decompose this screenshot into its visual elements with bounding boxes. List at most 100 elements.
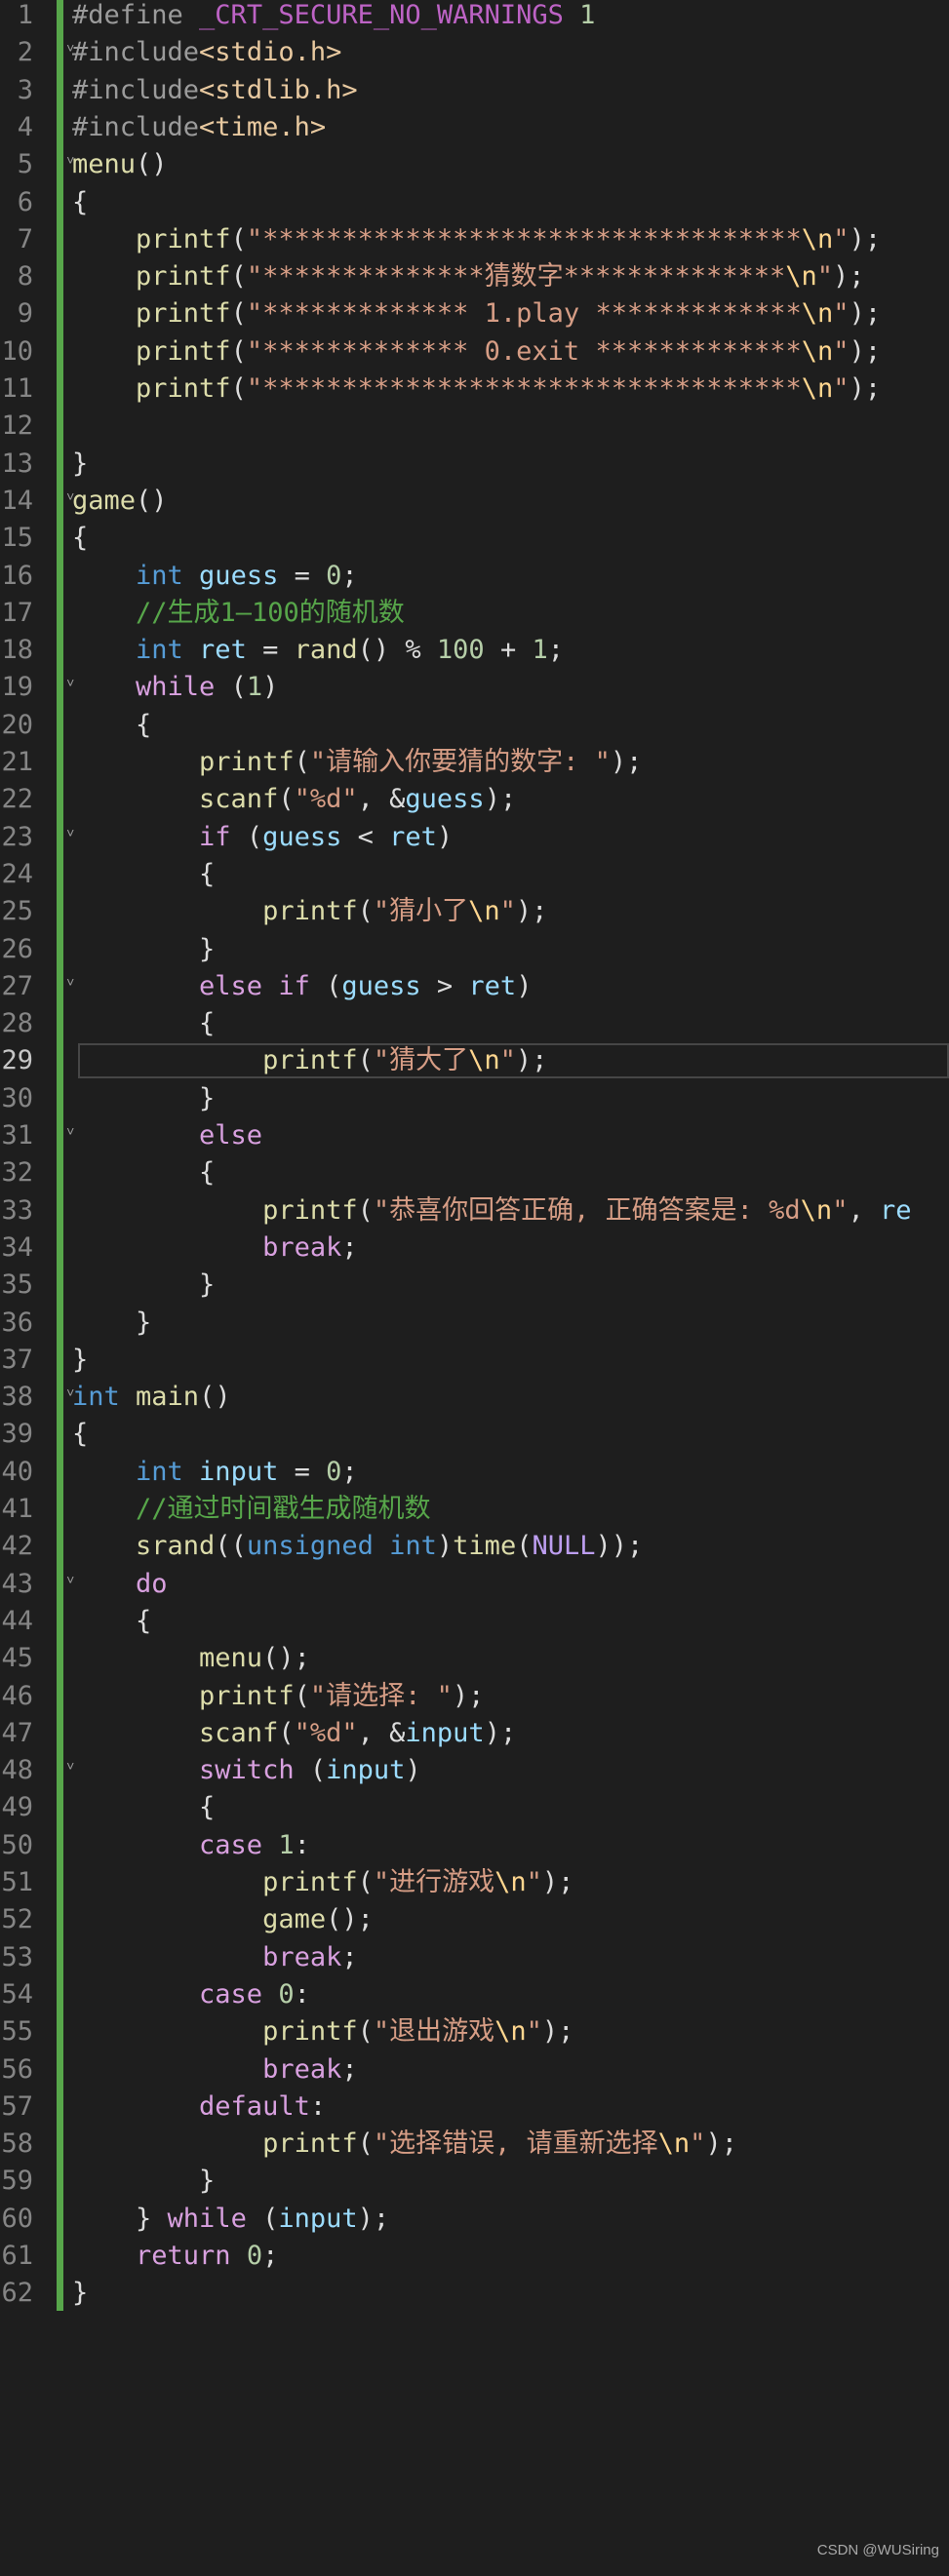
code-token: () % [357, 635, 437, 666]
code-token: "************* 1.play ************* [246, 298, 802, 330]
code-line[interactable]: return 0; [72, 2238, 278, 2275]
code-line[interactable]: } [72, 446, 88, 483]
code-token: "退出游戏 [373, 2016, 495, 2048]
code-line[interactable]: printf("猜大了\n"); [72, 1042, 547, 1079]
code-line[interactable]: default: [72, 2088, 326, 2126]
code-line[interactable]: { [72, 1603, 151, 1640]
code-line[interactable]: { [72, 1005, 215, 1042]
code-line[interactable]: switch (input) [72, 1752, 421, 1789]
code-area[interactable]: #define _CRT_SECURE_NO_WARNINGS 1 #includ… [72, 0, 949, 2576]
code-line[interactable]: scanf("%d", &input); [72, 1715, 516, 1752]
code-line[interactable]: } [72, 931, 215, 968]
code-line[interactable]: { [72, 184, 88, 221]
code-line[interactable]: do [72, 1566, 168, 1603]
code-line[interactable]: case 1: [72, 1827, 310, 1864]
code-line[interactable]: { [72, 707, 151, 744]
code-token: printf [72, 747, 295, 777]
line-number: 50 [1, 1829, 33, 1860]
code-line[interactable]: printf("********************************… [72, 371, 881, 408]
line-number: 8 [17, 261, 33, 293]
code-line[interactable]: int main() [72, 1379, 231, 1416]
code-line[interactable]: int guess = 0; [72, 558, 358, 595]
code-line[interactable]: #define _CRT_SECURE_NO_WARNINGS 1 [72, 0, 595, 34]
code-token: return [72, 2241, 231, 2271]
code-token: input [405, 1717, 485, 1748]
code-line[interactable]: { [72, 520, 88, 557]
code-line[interactable]: #include<time.h> [72, 109, 326, 146]
code-line[interactable]: #include<stdio.h> [72, 34, 341, 71]
code-token: scanf [72, 784, 279, 815]
code-token: ); [484, 1717, 517, 1748]
code-line[interactable]: case 0: [72, 1976, 310, 2013]
code-line[interactable]: if (guess < ret) [72, 819, 453, 856]
code-line[interactable]: break; [72, 1939, 358, 1976]
code-token: ); [849, 223, 882, 254]
code-token: " [833, 298, 850, 330]
code-line[interactable]: } [72, 1305, 151, 1342]
code-line[interactable]: printf("恭喜你回答正确, 正确答案是: %d\n", re [72, 1192, 911, 1229]
code-token: ; [341, 1456, 358, 1487]
code-line[interactable]: menu() [72, 146, 168, 183]
code-line[interactable]: printf("************* 0.exit ***********… [72, 333, 881, 371]
code-line[interactable]: menu(); [72, 1640, 310, 1677]
code-line[interactable]: int ret = rand() % 100 + 1; [72, 632, 564, 669]
code-line[interactable]: game() [72, 483, 168, 520]
code-line[interactable]: } [72, 2163, 215, 2200]
code-line[interactable]: int input = 0; [72, 1454, 358, 1491]
line-number: 2 [17, 37, 33, 68]
line-number: 54 [1, 1978, 33, 2010]
code-line[interactable]: } [72, 1080, 215, 1117]
code-token: "********************************** [246, 223, 802, 254]
line-number: 1 [17, 0, 33, 30]
code-line[interactable]: break; [72, 1229, 358, 1267]
code-line[interactable]: printf("请输入你要猜的数字: "); [72, 744, 642, 781]
code-token: "**************猜数字************** [246, 261, 786, 293]
line-number: 43 [1, 1568, 33, 1599]
code-line[interactable]: printf("************* 1.play ***********… [72, 295, 881, 332]
line-number: 18 [1, 635, 33, 666]
line-number: 48 [1, 1755, 33, 1786]
code-line[interactable]: } [72, 1267, 215, 1304]
code-line[interactable]: } [72, 1342, 88, 1379]
code-token: printf [72, 373, 231, 404]
code-line[interactable]: //通过时间戳生成随机数 [72, 1491, 431, 1528]
code-line[interactable]: game(); [72, 1901, 374, 1938]
code-line[interactable]: printf("猜小了\n"); [72, 893, 547, 930]
code-token: 100 [436, 635, 485, 666]
code-editor[interactable]: 1 2 3 4 5 6 7 8 9 10 11 12 13 14 15 16 17 18 19 20 21 22 23 24 2… [0, 0, 949, 2576]
code-token: ( [230, 223, 247, 254]
code-token: ( [246, 2203, 279, 2234]
code-token: switch [72, 1755, 295, 1786]
code-line[interactable]: #include<stdlib.h> [72, 72, 358, 109]
line-number: 25 [1, 896, 33, 927]
code-token: ( [357, 2128, 374, 2160]
code-line[interactable]: printf("请选择: "); [72, 1678, 484, 1715]
code-line[interactable]: printf("********************************… [72, 221, 881, 258]
code-line[interactable]: } [72, 2275, 88, 2312]
code-line[interactable]: printf("**************猜数字**************\… [72, 258, 865, 295]
code-line[interactable]: scanf("%d", &guess); [72, 781, 516, 818]
code-line[interactable]: } while (input); [72, 2201, 389, 2238]
code-line[interactable]: { [72, 1789, 215, 1826]
code-line[interactable]: { [72, 1154, 215, 1191]
code-token: } [72, 2166, 216, 2197]
code-line[interactable]: printf("选择错误, 请重新选择\n"); [72, 2126, 737, 2163]
code-line[interactable]: { [72, 1416, 88, 1453]
code-token: ); [484, 784, 517, 815]
code-token: printf [72, 1194, 358, 1226]
code-line[interactable]: while (1) [72, 669, 278, 706]
code-line[interactable]: srand((unsigned int)time(NULL)); [72, 1528, 643, 1565]
code-token: { [72, 858, 216, 889]
line-number: 47 [1, 1717, 33, 1748]
code-line[interactable]: printf("退出游戏\n"); [72, 2013, 573, 2050]
code-line[interactable]: { [72, 856, 215, 893]
code-token: ); [610, 747, 643, 777]
code-token: )); [595, 1531, 644, 1562]
code-token: "猜大了 [373, 1045, 469, 1076]
code-token: } [72, 448, 89, 479]
code-line[interactable]: printf("进行游戏\n"); [72, 1864, 573, 1901]
code-line[interactable]: else [72, 1117, 262, 1154]
code-line[interactable]: break; [72, 2051, 358, 2088]
code-line[interactable]: //生成1—100的随机数 [72, 595, 405, 632]
code-line[interactable]: else if (guess > ret) [72, 968, 532, 1005]
